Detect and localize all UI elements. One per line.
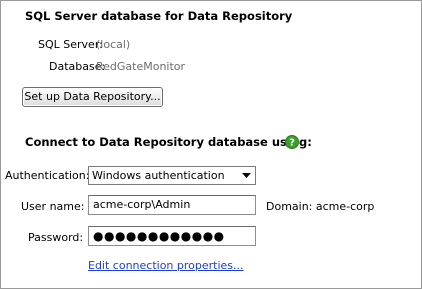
username-label: User name: bbox=[21, 200, 85, 213]
help-icon[interactable]: ? bbox=[285, 135, 299, 149]
username-value: acme-corp\Admin bbox=[93, 198, 191, 211]
authentication-selected-value: Windows authentication bbox=[92, 169, 225, 182]
authentication-dropdown[interactable]: Windows authentication bbox=[88, 166, 256, 185]
password-field[interactable]: ●●●●●●●●●●●● bbox=[88, 226, 256, 246]
setup-repository-button[interactable]: Set up Data Repository... bbox=[22, 87, 163, 107]
password-value: ●●●●●●●●●●●● bbox=[93, 229, 225, 243]
sql-server-label: SQL Server: bbox=[38, 38, 103, 51]
username-field[interactable]: acme-corp\Admin bbox=[88, 195, 256, 215]
settings-panel: SQL Server database for Data Repository … bbox=[0, 0, 422, 289]
password-label: Password: bbox=[28, 231, 84, 244]
domain-text: Domain: acme-corp bbox=[266, 200, 375, 213]
connect-section-title: Connect to Data Repository database usin… bbox=[25, 135, 312, 149]
svg-text:?: ? bbox=[289, 138, 295, 149]
repository-section-title: SQL Server database for Data Repository bbox=[25, 9, 293, 23]
chevron-down-icon bbox=[238, 167, 255, 184]
authentication-label: Authentication: bbox=[5, 169, 90, 182]
database-value: RedGateMonitor bbox=[96, 60, 186, 73]
sql-server-value: (local) bbox=[96, 38, 131, 51]
edit-connection-properties-link[interactable]: Edit connection properties... bbox=[88, 259, 244, 272]
